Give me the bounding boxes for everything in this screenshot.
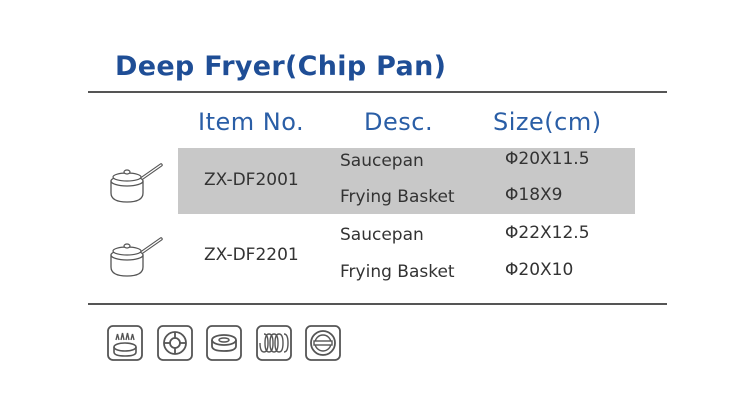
table-cell-size: Φ18X9 bbox=[505, 185, 563, 205]
top-divider bbox=[88, 91, 667, 93]
gas-stove-icon bbox=[107, 325, 143, 361]
page-title: Deep Fryer(Chip Pan) bbox=[115, 51, 447, 82]
saucepan-icon bbox=[110, 163, 163, 203]
bottom-divider bbox=[88, 303, 667, 305]
table-cell-desc: Saucepan bbox=[340, 151, 424, 171]
ceramic-hob-icon bbox=[206, 325, 242, 361]
table-cell-desc: Saucepan bbox=[340, 225, 424, 245]
table-cell-desc: Frying Basket bbox=[340, 262, 455, 282]
column-header-desc: Desc. bbox=[364, 108, 434, 136]
column-header-size: Size(cm) bbox=[493, 108, 602, 136]
table-cell-size: Φ20X10 bbox=[505, 260, 574, 280]
table-cell-desc: Frying Basket bbox=[340, 187, 455, 207]
table-cell-size: Φ22X12.5 bbox=[505, 223, 590, 243]
halogen-hob-icon bbox=[256, 325, 292, 361]
electric-hob-icon bbox=[157, 325, 193, 361]
table-cell-size: Φ20X11.5 bbox=[505, 149, 590, 169]
table-cell-item-no: ZX-DF2001 bbox=[204, 170, 299, 190]
induction-hob-icon bbox=[305, 325, 341, 361]
table-cell-item-no: ZX-DF2201 bbox=[204, 245, 299, 265]
saucepan-icon bbox=[110, 237, 163, 277]
column-header-item-no: Item No. bbox=[198, 108, 305, 136]
